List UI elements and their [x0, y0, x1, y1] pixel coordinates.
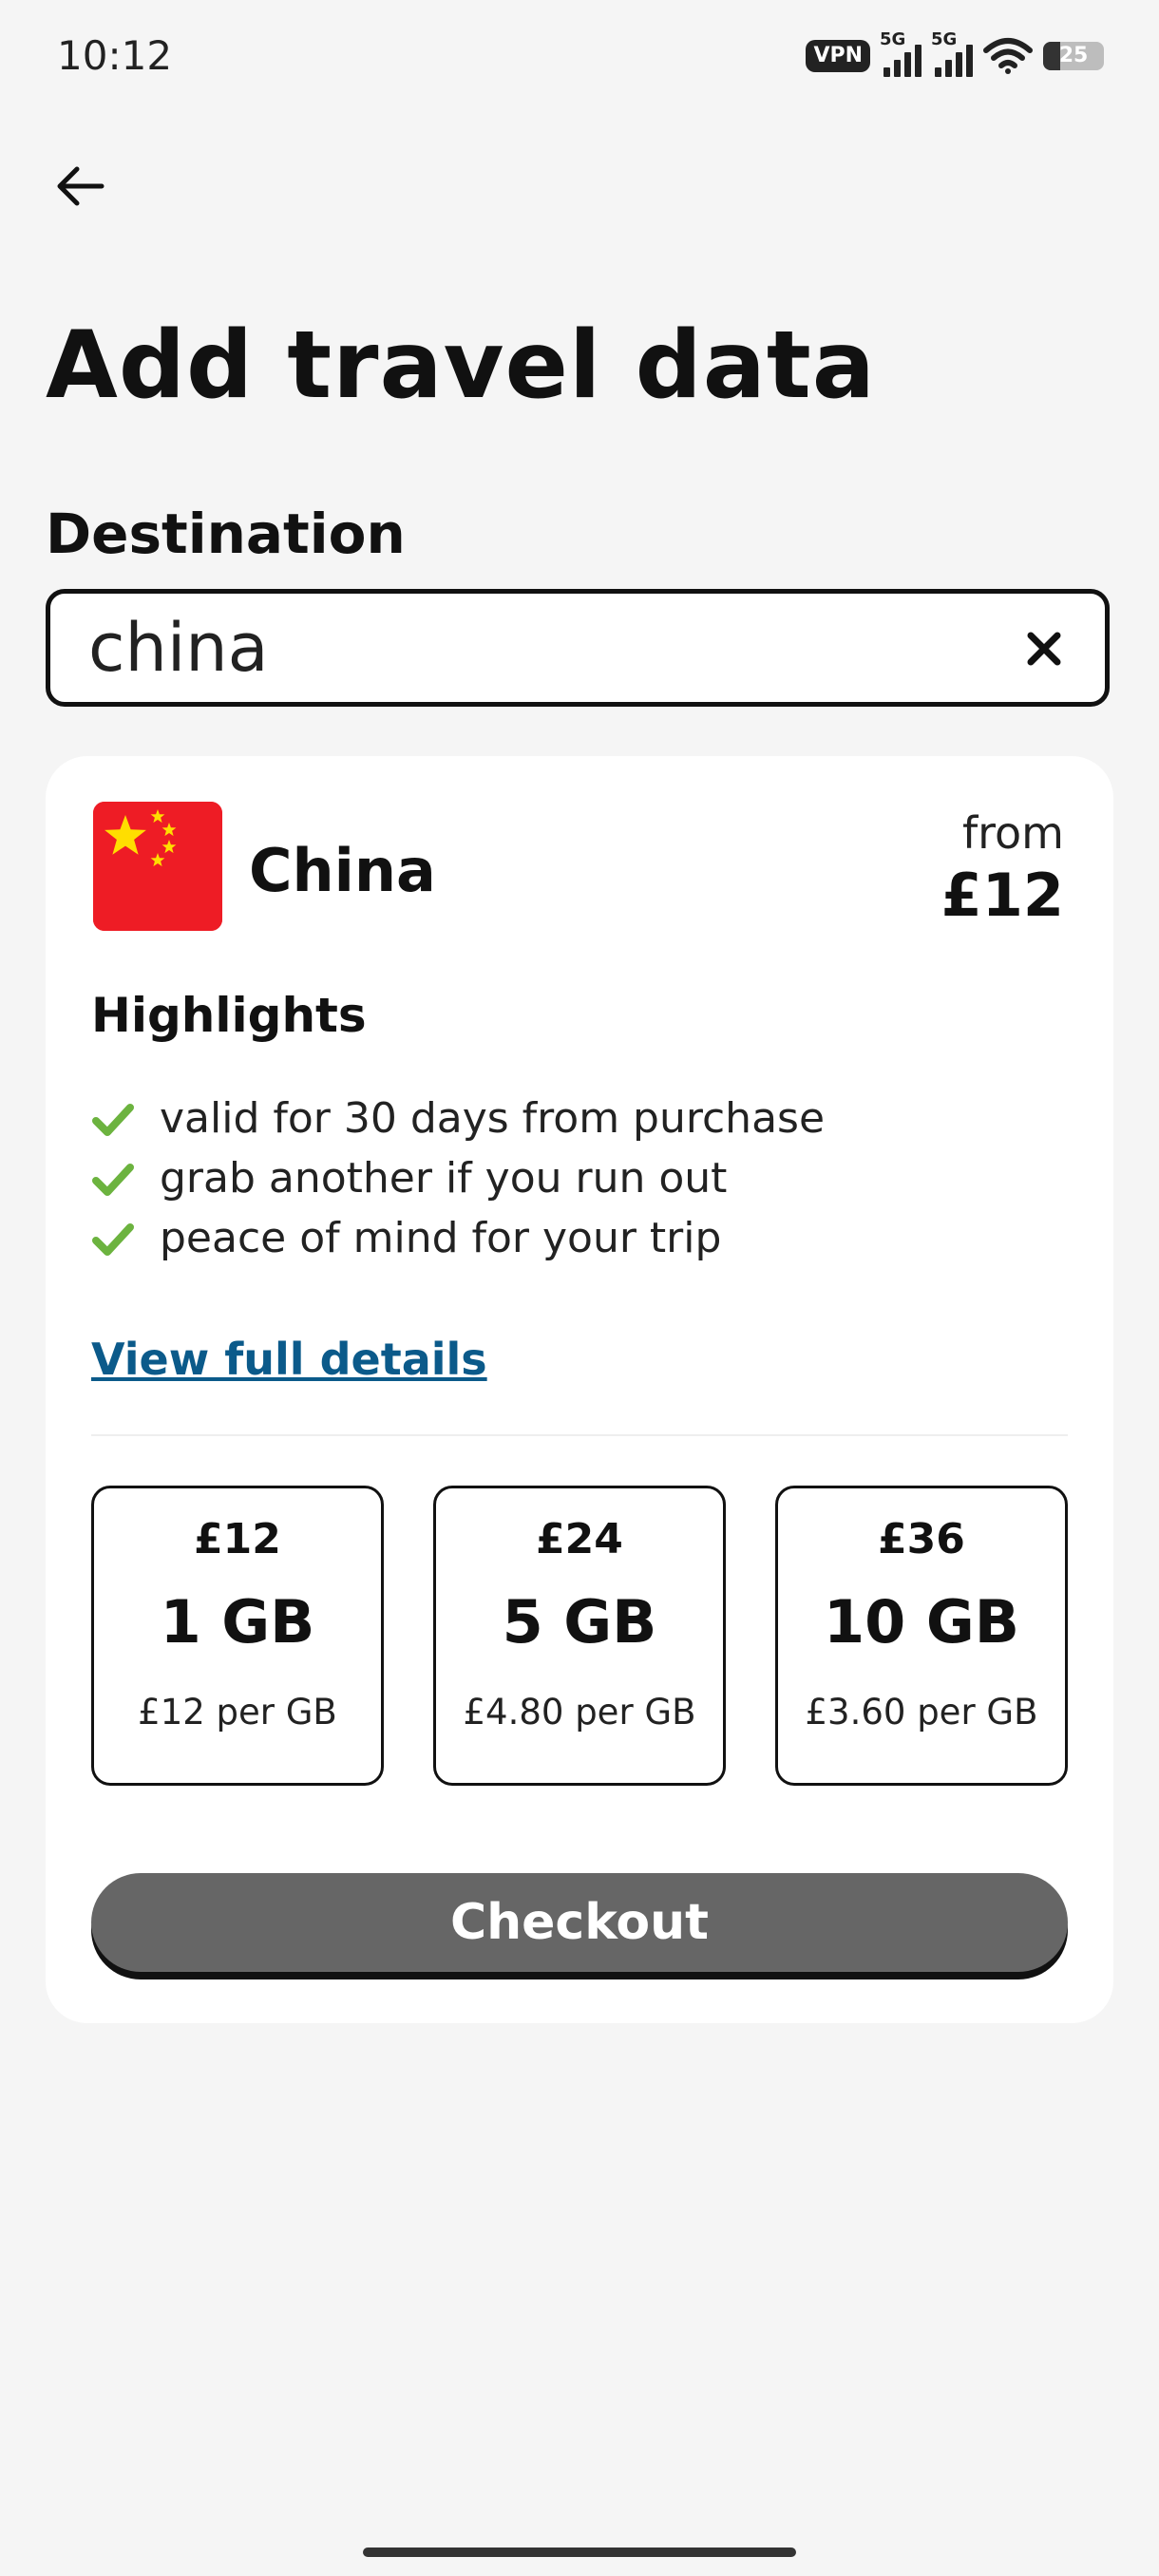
plan-options: £12 1 GB £12 per GB £24 5 GB £4.80 per G… — [91, 1486, 1068, 1786]
page-title: Add travel data — [46, 312, 876, 420]
close-icon — [1027, 632, 1061, 666]
plan-price: £24 — [536, 1515, 623, 1563]
divider — [91, 1434, 1068, 1436]
highlight-item: grab another if you run out — [91, 1148, 825, 1208]
arrow-left-icon — [57, 166, 104, 206]
destination-search-box — [46, 589, 1110, 707]
highlights-title: Highlights — [91, 988, 367, 1043]
plan-price: £36 — [878, 1515, 965, 1563]
plan-size: 1 GB — [160, 1587, 315, 1657]
cellular-signal-icon-2: 5G — [931, 29, 973, 77]
highlight-text: peace of mind for your trip — [160, 1214, 722, 1262]
destination-label: Destination — [46, 502, 406, 566]
destination-input[interactable] — [88, 594, 943, 702]
plan-rate: £12 per GB — [138, 1692, 337, 1733]
destination-card: China from £12 Highlights valid for 30 d… — [46, 756, 1113, 2023]
highlight-item: peace of mind for your trip — [91, 1208, 825, 1268]
battery-icon: 25 — [1043, 42, 1104, 70]
battery-level: 25 — [1058, 44, 1089, 67]
plan-option-5gb[interactable]: £24 5 GB £4.80 per GB — [433, 1486, 726, 1786]
from-label: from — [961, 807, 1064, 859]
network-type-label-2: 5G — [931, 29, 958, 49]
plan-size: 5 GB — [502, 1587, 657, 1657]
check-icon — [92, 1163, 134, 1196]
plan-option-10gb[interactable]: £36 10 GB £3.60 per GB — [775, 1486, 1068, 1786]
view-full-details-link[interactable]: View full details — [91, 1334, 487, 1385]
status-time: 10:12 — [57, 32, 173, 79]
highlight-text: valid for 30 days from purchase — [160, 1094, 826, 1143]
highlight-item: valid for 30 days from purchase — [91, 1089, 825, 1148]
home-indicator[interactable] — [363, 2548, 796, 2557]
from-price: £12 — [940, 861, 1064, 930]
check-icon — [92, 1103, 134, 1136]
china-flag-icon — [93, 802, 222, 931]
wifi-icon — [983, 38, 1033, 74]
plan-option-1gb[interactable]: £12 1 GB £12 per GB — [91, 1486, 384, 1786]
network-type-label: 5G — [880, 29, 906, 49]
cellular-signal-icon: 5G — [880, 29, 922, 77]
plan-size: 10 GB — [823, 1587, 1019, 1657]
plan-rate: £3.60 per GB — [805, 1692, 1038, 1733]
back-button[interactable] — [46, 152, 114, 220]
country-name: China — [249, 836, 436, 905]
clear-search-button[interactable] — [1017, 622, 1071, 675]
status-icons: VPN 5G 5G 25 — [806, 29, 1104, 80]
vpn-icon: VPN — [806, 40, 870, 72]
plan-rate: £4.80 per GB — [463, 1692, 696, 1733]
checkout-button[interactable]: Checkout — [91, 1873, 1068, 1972]
check-icon — [92, 1222, 134, 1256]
highlights-list: valid for 30 days from purchase grab ano… — [91, 1089, 825, 1268]
plan-price: £12 — [194, 1515, 281, 1563]
highlight-text: grab another if you run out — [160, 1154, 728, 1203]
status-bar: 10:12 VPN 5G 5G 25 — [0, 0, 1159, 114]
